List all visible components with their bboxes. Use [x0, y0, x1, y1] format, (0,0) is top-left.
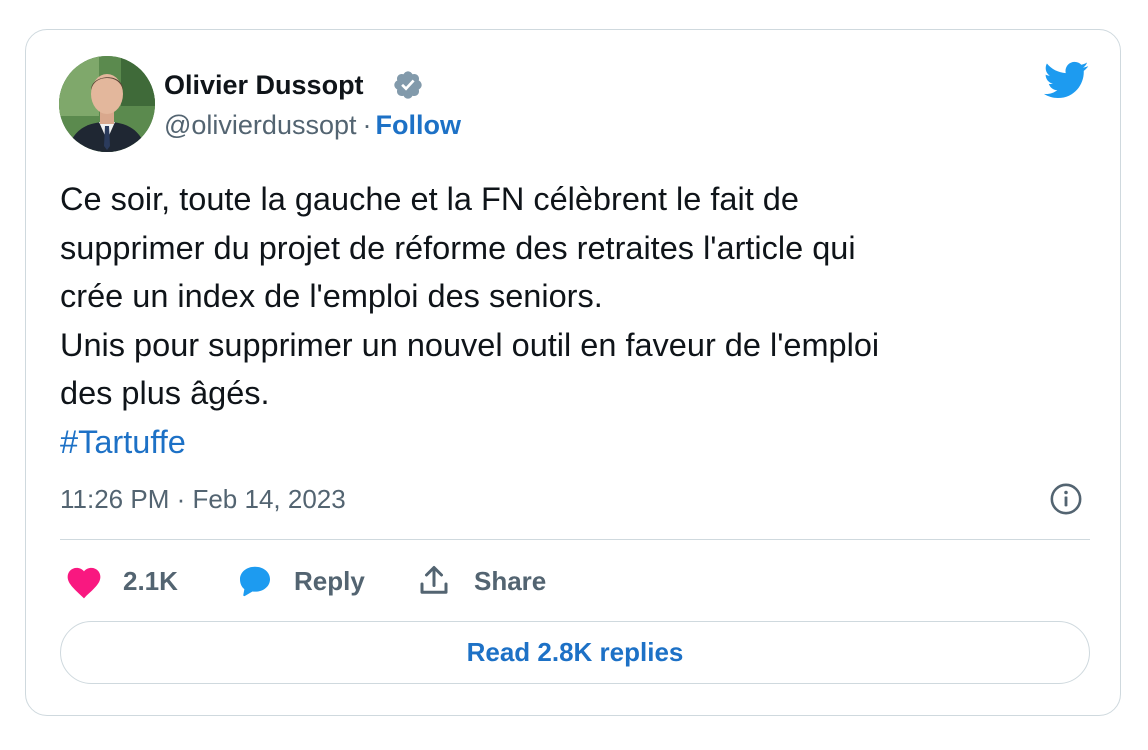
like-button[interactable]: 2.1K — [64, 563, 178, 599]
tweet-text: Ce soir, toute la gauche et la FN célèbr… — [60, 175, 1100, 466]
info-icon[interactable] — [1049, 482, 1083, 516]
follow-button[interactable]: Follow — [376, 110, 461, 140]
hashtag-link[interactable]: #Tartuffe — [60, 418, 1100, 467]
read-replies-button[interactable]: Read 2.8K replies — [60, 621, 1090, 684]
share-label: Share — [474, 565, 547, 596]
share-upload-icon — [416, 563, 452, 599]
tweet-line: Unis pour supprimer un nouvel outil en f… — [60, 326, 880, 363]
heart-icon — [64, 563, 104, 599]
avatar-photo — [59, 56, 155, 152]
like-count: 2.1K — [123, 565, 178, 596]
share-button[interactable]: Share — [416, 563, 546, 599]
speech-bubble-icon — [236, 563, 274, 599]
avatar[interactable] — [59, 56, 155, 152]
verified-badge-icon — [394, 71, 422, 99]
author-name[interactable]: Olivier Dussopt — [164, 68, 364, 102]
tweet-card: Olivier Dussopt @olivierdussopt · Follow C… — [25, 29, 1121, 716]
divider — [60, 539, 1090, 540]
tweet-line: des plus âgés. — [60, 375, 270, 411]
reply-button[interactable]: Reply — [236, 563, 365, 599]
handle-row: @olivierdussopt · Follow — [164, 108, 461, 142]
tweet-line: Ce soir, toute la gauche et la FN célèbr… — [60, 181, 799, 217]
reply-label: Reply — [294, 565, 365, 596]
separator-dot: · — [362, 110, 372, 140]
tweet-line: crée un index de l'emploi des seniors. — [60, 278, 603, 314]
tweet-line: supprimer du projet de réforme des retra… — [60, 229, 856, 266]
twitter-bird-icon[interactable] — [1042, 60, 1089, 100]
author-handle[interactable]: @olivierdussopt — [164, 110, 357, 140]
tweet-timestamp[interactable]: 11:26 PM · Feb 14, 2023 — [60, 482, 346, 516]
